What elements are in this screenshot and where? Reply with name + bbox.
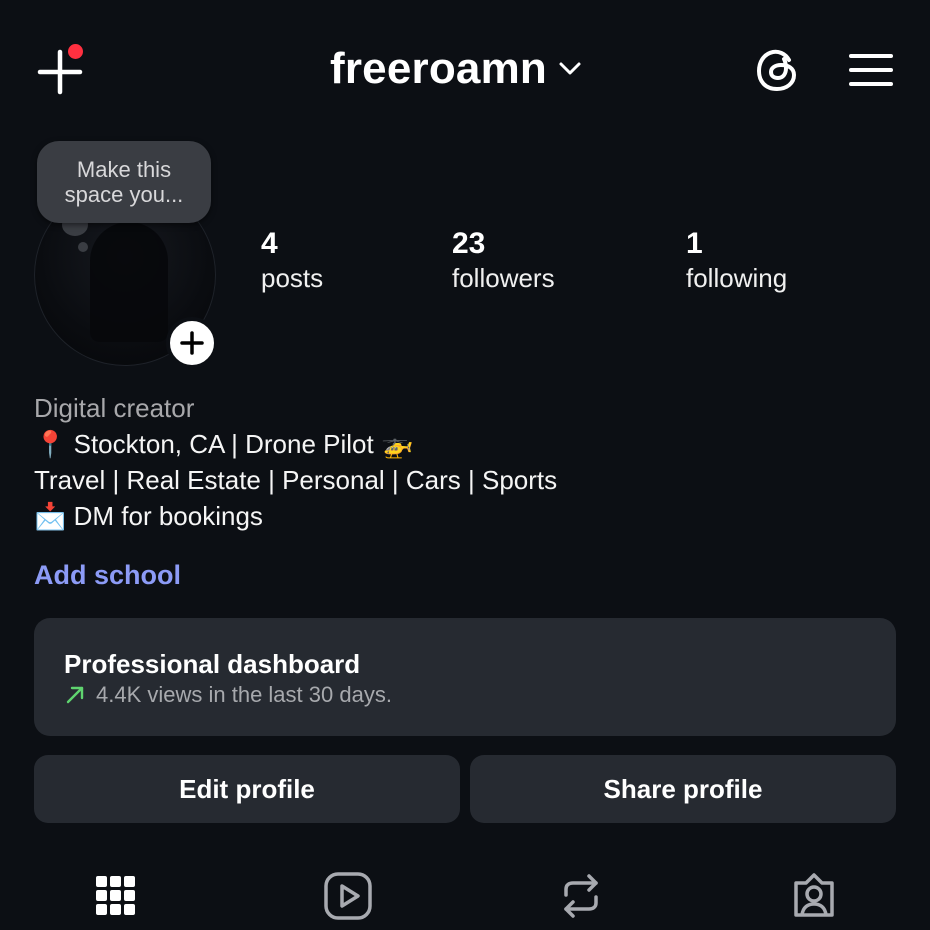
posts-label: posts <box>261 263 324 293</box>
bio-line-location: 📍 Stockton, CA | Drone Pilot 🚁 <box>34 426 557 462</box>
share-profile-button[interactable]: Share profile <box>470 755 896 823</box>
add-story-button[interactable] <box>166 317 218 369</box>
reels-icon <box>324 872 372 920</box>
account-switcher[interactable]: freeroamn <box>330 44 583 94</box>
posts-stat[interactable]: 4 posts <box>261 226 323 294</box>
reposts-icon <box>564 874 598 918</box>
bio-line-contact: 📩 DM for bookings <box>34 498 557 534</box>
tab-reposts[interactable] <box>551 866 611 926</box>
create-button[interactable] <box>36 44 86 96</box>
note-text-line2: space you... <box>64 182 184 207</box>
tab-posts-grid[interactable] <box>86 866 146 926</box>
trend-up-arrow-icon <box>66 686 84 704</box>
bio-category: Digital creator <box>34 393 195 423</box>
dashboard-title: Professional dashboard <box>64 649 361 679</box>
notification-dot <box>68 44 83 59</box>
bio-location-text: Stockton, CA | Drone Pilot <box>73 429 374 459</box>
grid-icon <box>96 876 135 915</box>
followers-label: followers <box>452 263 555 293</box>
followers-count: 23 <box>452 227 486 260</box>
note-bubble-tail-dot <box>78 242 88 252</box>
posts-count: 4 <box>261 227 278 260</box>
note-text-line1: Make this <box>76 157 172 182</box>
tab-tagged[interactable] <box>784 866 844 926</box>
following-stat[interactable]: 1 following <box>686 226 787 294</box>
dashboard-subtitle: 4.4K views in the last 30 days. <box>96 682 392 707</box>
tab-reels[interactable] <box>318 866 378 926</box>
following-count: 1 <box>686 227 703 260</box>
bio-contact-text: DM for bookings <box>73 501 263 531</box>
note-bubble[interactable]: Make this space you... <box>37 141 211 223</box>
chevron-down-icon <box>559 62 581 75</box>
envelope-emoji-icon: 📩 <box>34 501 67 531</box>
add-school-link[interactable]: Add school <box>34 560 181 591</box>
following-label: following <box>686 263 788 293</box>
bio-line-topics: Travel | Real Estate | Personal | Cars |… <box>34 465 558 495</box>
bio: Digital creator 📍 Stockton, CA | Drone P… <box>34 390 557 534</box>
edit-profile-button[interactable]: Edit profile <box>34 755 460 823</box>
threads-icon <box>756 49 797 92</box>
professional-dashboard-card[interactable]: Professional dashboard 4.4K views in the… <box>34 618 896 736</box>
helicopter-emoji-icon: 🚁 <box>380 429 414 459</box>
menu-button[interactable] <box>848 48 894 92</box>
username: freeroamn <box>330 44 547 93</box>
followers-stat[interactable]: 23 followers <box>452 226 555 294</box>
tagged-icon <box>794 873 834 917</box>
threads-button[interactable] <box>752 44 804 96</box>
avatar-figure <box>90 222 168 342</box>
plus-icon <box>180 331 204 355</box>
pin-emoji-icon: 📍 <box>34 429 67 459</box>
dashboard-subtitle-row: 4.4K views in the last 30 days. <box>64 680 896 710</box>
hamburger-menu-icon <box>849 54 893 86</box>
